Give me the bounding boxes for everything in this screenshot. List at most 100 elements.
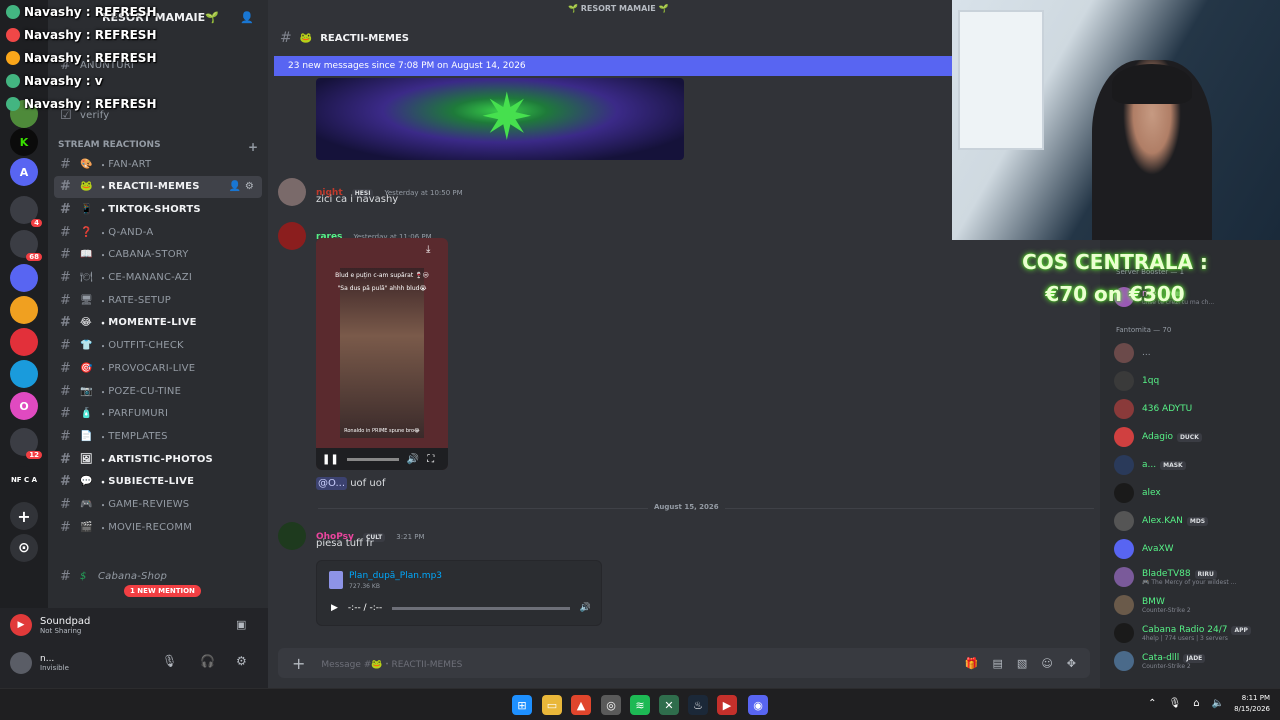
play-icon[interactable]: ▶	[331, 603, 338, 613]
channel-emoji: 😂	[80, 317, 92, 329]
attachment-name[interactable]: Plan_după_Plan.mp3	[349, 571, 442, 581]
member-row[interactable]: ...	[1114, 340, 1280, 366]
soundpad-icon: ▶	[10, 614, 32, 636]
server-icon-nfca[interactable]: NF C A	[10, 466, 38, 494]
gif-icon[interactable]: ▤	[993, 657, 1003, 670]
volume-icon[interactable]: 🔊	[407, 454, 419, 465]
channel-provocari-live[interactable]: # 🎯 ・ PROVOCARI-LIVE	[54, 357, 262, 379]
start-icon[interactable]: ⊞	[512, 695, 532, 715]
audio-progress[interactable]	[392, 606, 570, 610]
channel-movie-recomm[interactable]: # 🎬 ・ MOVIE-RECOMM	[54, 516, 262, 538]
youtube-icon[interactable]: ▶	[717, 695, 737, 715]
add-server-icon[interactable]: +	[10, 502, 38, 530]
server-icon-group3[interactable]: 12	[10, 428, 42, 459]
hash-icon: #	[280, 30, 292, 46]
channel-artistic-photos[interactable]: # 🖼 ・ ARTISTIC-PHOTOS	[54, 448, 262, 470]
server-icon-group2[interactable]: 68	[10, 230, 42, 261]
channel-momente-live[interactable]: # 😂 ・ MOMENTE-LIVE	[54, 312, 262, 334]
member-row[interactable]: Cata-dlll JADE Counter-Strike 2	[1114, 648, 1280, 674]
member-row[interactable]: Cabana Radio 24/7 APP 4help | 774 users | …	[1114, 620, 1280, 646]
obs-icon[interactable]: ◎	[601, 695, 621, 715]
member-row[interactable]: Adagio DUCK	[1114, 424, 1280, 450]
channel-cabana-story[interactable]: # 📖 ・ CABANA-STORY	[54, 244, 262, 266]
video-attachment[interactable]: ⤓ Blud e puțin c-am supărat 🍷😒 "Sa dus p…	[316, 238, 448, 470]
overlay-chat-line: Navashy : REFRESH	[6, 92, 156, 115]
member-row[interactable]: BladeTV88 RIRU 🎮 The Mercy of your wildest…	[1114, 564, 1280, 590]
file-explorer-icon[interactable]: ▭	[542, 695, 562, 715]
composer-placeholder[interactable]: Message #🐸・REACTII-MEMES	[321, 657, 462, 670]
user-mention[interactable]: @O...	[316, 477, 348, 490]
video-progress[interactable]	[346, 457, 399, 461]
new-mention-pill[interactable]: 1 NEW MENTION	[124, 585, 201, 597]
channel-outfit-check[interactable]: # 👕 ・ OUTFIT-CHECK	[54, 335, 262, 357]
channel-poze-cu-tine[interactable]: # 📷 ・ POZE-CU-TINE	[54, 380, 262, 402]
emoji-icon[interactable]: ☺	[1041, 657, 1052, 670]
soundpad-activity[interactable]: ▶ Soundpad Not Sharing	[10, 614, 90, 636]
member-row[interactable]: a... MASK	[1114, 452, 1280, 478]
spotify-icon[interactable]: ≋	[630, 695, 650, 715]
meme-image[interactable]: ✷	[316, 78, 684, 160]
chevron-up-icon[interactable]: ⌃	[1148, 698, 1156, 709]
member-row[interactable]: AvaXW	[1114, 536, 1280, 562]
channel-rate-setup[interactable]: # 🖥 ・ RATE-SETUP	[54, 289, 262, 311]
excel-icon[interactable]: ✕	[659, 695, 679, 715]
channel-reactii-memes[interactable]: # 🐸 ・ REACTII-MEMES 👤 ⚙	[54, 175, 262, 198]
headphones-icon[interactable]: 🎧	[200, 654, 215, 668]
server-icon-blue[interactable]	[10, 360, 38, 388]
server-icon-folder[interactable]	[10, 264, 38, 292]
server-icon-kick[interactable]: K	[10, 128, 38, 156]
speaker-icon[interactable]: 🔈	[1212, 698, 1224, 709]
server-icon-pokemon[interactable]	[10, 328, 38, 356]
channel-label: Q-AND-A	[108, 226, 154, 238]
discord-icon[interactable]: ◉	[748, 695, 768, 715]
server-icon-group1[interactable]: 4	[10, 196, 42, 227]
add-channel-icon[interactable]: +	[248, 140, 258, 154]
channel-subiecte-live[interactable]: # 💬 ・ SUBIECTE-LIVE	[54, 471, 262, 493]
channel-templates[interactable]: # 📄 ・ TEMPLATES	[54, 425, 262, 447]
message-composer[interactable]: + Message #🐸・REACTII-MEMES 🎁 ▤ ▧ ☺ ✥	[278, 648, 1090, 678]
add-member-icon[interactable]: 👤	[240, 11, 254, 24]
server-icon-a[interactable]: A	[10, 158, 38, 186]
avatar[interactable]	[278, 178, 306, 206]
clock[interactable]: 8:11 PM 8/15/2026	[1234, 693, 1270, 715]
network-icon[interactable]: ⌂	[1193, 698, 1199, 709]
server-icon-run[interactable]	[10, 296, 38, 324]
screen-share-icon[interactable]: ▣	[236, 618, 246, 631]
category-stream-reactions[interactable]: STREAM REACTIONS +	[58, 140, 258, 154]
settings-gear-icon[interactable]: ⚙	[236, 654, 247, 668]
channel-tiktok-shorts[interactable]: # 📱 ・ TIKTOK-SHORTS	[54, 198, 262, 220]
channel-game-reviews[interactable]: # 🎮 ・ GAME-REVIEWS	[54, 494, 262, 516]
channel-parfumuri[interactable]: # 🧴 ・ PARFUMURI	[54, 403, 262, 425]
member-row[interactable]: 1qq	[1114, 368, 1280, 394]
channel-fan-art[interactable]: # 🎨 ・ FAN-ART	[54, 153, 262, 175]
volume-icon[interactable]: 🔊	[580, 603, 591, 613]
server-icon-o[interactable]: O	[10, 392, 38, 420]
member-row[interactable]: Alex.KAN MDS	[1114, 508, 1280, 534]
channel-cabana-shop[interactable]: # $ Cabana-Shop	[54, 565, 262, 587]
fullscreen-icon[interactable]: ⛶	[427, 454, 434, 465]
steam-icon[interactable]: ♨	[688, 695, 708, 715]
sticker-icon[interactable]: ▧	[1017, 657, 1027, 670]
explore-icon[interactable]: ⊙	[10, 534, 38, 562]
channel-ce-mananc-azi[interactable]: # 🍽 ・ CE-MANANC-AZI	[54, 267, 262, 289]
avatar[interactable]	[278, 522, 306, 550]
guild-tag: RIRU	[1194, 569, 1217, 579]
avatar[interactable]	[278, 222, 306, 250]
current-user[interactable]: n... Invisible	[10, 652, 69, 674]
screen: K A 4 68 O 12 NF C A + ⊙ RESORT MAMAIE🌱 …	[0, 0, 1280, 720]
member-row[interactable]: BMW Counter-Strike 2	[1114, 592, 1280, 618]
member-row[interactable]: 436 ADYTU	[1114, 396, 1280, 422]
avatar	[1114, 567, 1134, 587]
channel-label: ・	[98, 410, 109, 422]
channel-q-and-a[interactable]: # ❓ ・ Q-AND-A	[54, 221, 262, 243]
brave-icon[interactable]: ▲	[571, 695, 591, 715]
download-icon[interactable]: ⤓	[426, 244, 442, 260]
channel-settings-icon[interactable]: 👤 ⚙	[229, 181, 255, 192]
pause-icon[interactable]: ❚❚	[322, 454, 339, 465]
member-row[interactable]: alex	[1114, 480, 1280, 506]
apps-icon[interactable]: ✥	[1067, 657, 1076, 670]
mic-icon[interactable]: 🎙	[1168, 698, 1181, 709]
attach-plus-icon[interactable]: +	[292, 654, 305, 673]
microphone-icon[interactable]: 🎙	[162, 654, 177, 668]
gift-icon[interactable]: 🎁	[965, 657, 979, 670]
